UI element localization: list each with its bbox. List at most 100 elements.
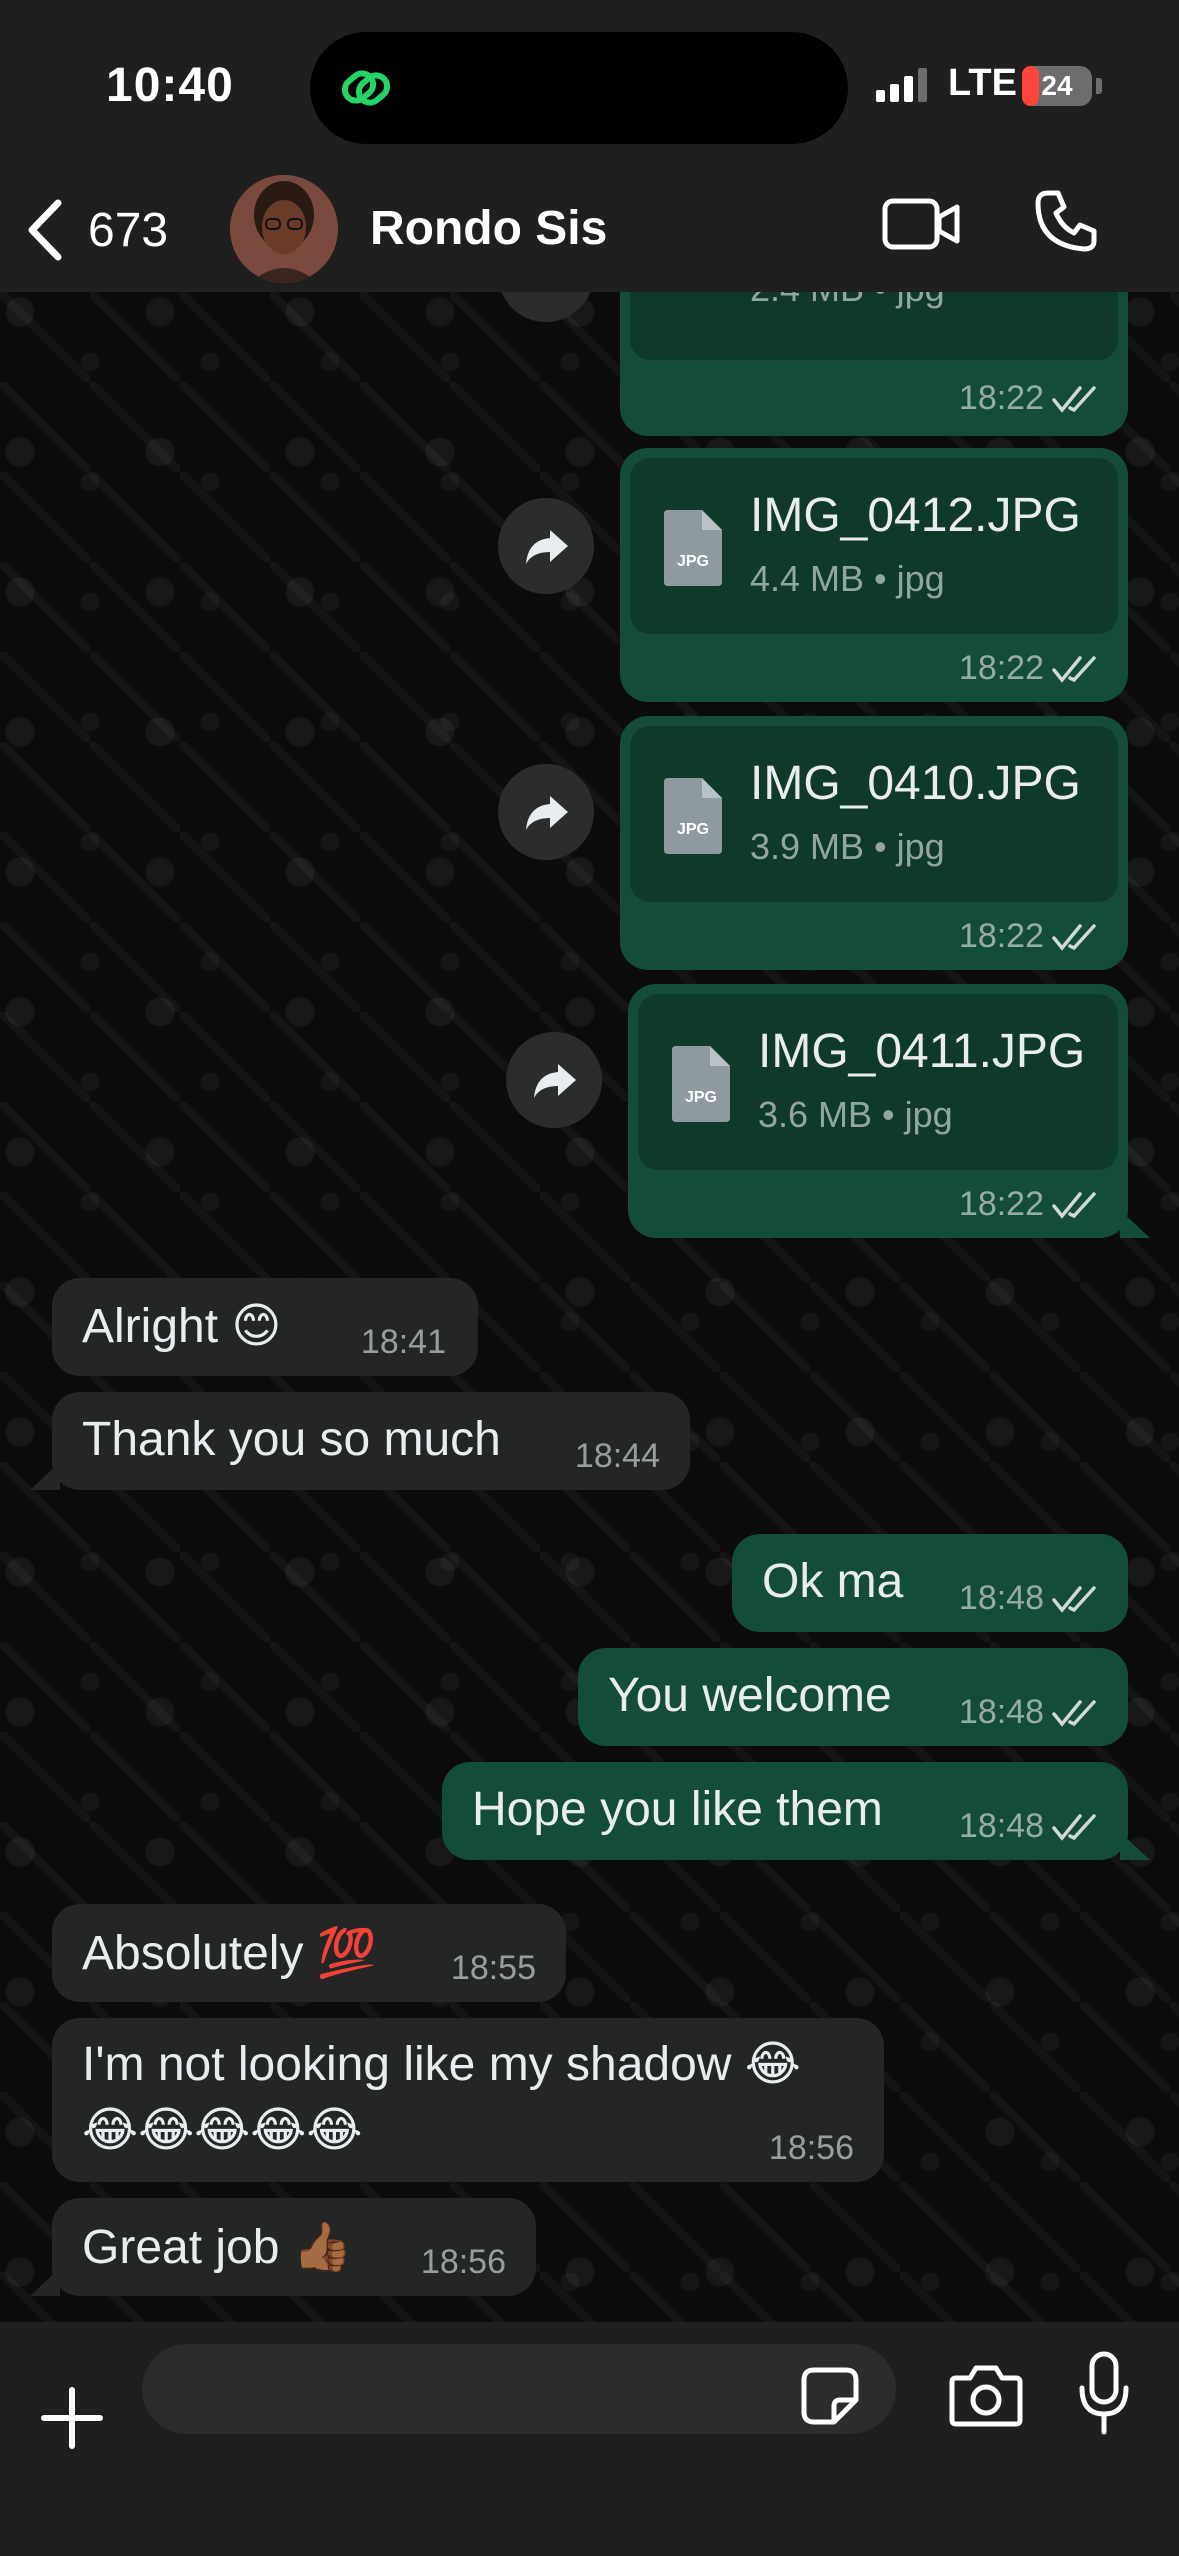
message-text: I'm not looking like my shadow 😂 (82, 2038, 801, 2091)
message-input[interactable] (142, 2344, 896, 2434)
battery-percent: 24 (1041, 70, 1073, 101)
message-time: 18:48 (958, 1693, 1044, 1731)
message-meta: 18:22 (959, 379, 1100, 418)
read-receipt-icon (1052, 1813, 1096, 1841)
file-preview: JPG IMG_0411.JPG 3.6 MB • jpg (638, 994, 1118, 1170)
bubble-tail (1120, 1832, 1150, 1860)
unread-count: 673 (88, 203, 169, 257)
file-message[interactable]: JPG IMG_0411.JPG 3.6 MB • jpg 18:22 (628, 984, 1150, 1238)
message-list[interactable]: 2.4 MB • jpg 18:22 JPG IMG_0412.JPG 4.4 … (0, 292, 1179, 2322)
outgoing-message[interactable]: Hope you like them 18:48 (442, 1762, 1150, 1860)
file-preview: 2.4 MB • jpg (630, 292, 1118, 360)
forward-button[interactable] (506, 1032, 602, 1128)
file-name: IMG_0411.JPG (758, 1025, 1086, 1078)
camera-icon[interactable] (948, 2362, 1024, 2428)
jpg-file-icon: JPG (672, 1046, 730, 1122)
composer-bar (0, 2322, 1179, 2556)
read-receipt-icon (1052, 655, 1096, 683)
message-time: 18:56 (420, 2243, 506, 2281)
chevron-left-icon (28, 199, 62, 261)
network-type: LTE (948, 62, 1017, 104)
bubble-tail (30, 1462, 60, 1490)
message-text: Great job 👍🏾 (82, 2221, 353, 2274)
microphone-icon[interactable] (1076, 2350, 1132, 2436)
battery-level (1022, 66, 1039, 106)
chat-header: 673 Rondo Sis (0, 175, 1179, 292)
plus-icon[interactable] (36, 2382, 108, 2454)
dynamic-island (310, 32, 848, 144)
video-call-icon[interactable] (882, 197, 960, 253)
forward-button[interactable] (498, 292, 594, 322)
incoming-message[interactable]: Thank you so much 18:44 (30, 1392, 690, 1490)
sticker-icon[interactable] (800, 2366, 860, 2426)
message-time: 18:56 (768, 2129, 854, 2167)
battery-tip (1096, 78, 1102, 94)
message-meta: 18:48 (959, 1579, 1100, 1618)
contact-name[interactable]: Rondo Sis (370, 201, 607, 256)
message-time: 18:41 (360, 1323, 446, 1361)
message-time: 18:22 (958, 379, 1044, 417)
message-text: You welcome (608, 1669, 892, 1722)
file-name: IMG_0412.JPG (750, 489, 1081, 542)
forward-button[interactable] (498, 764, 594, 860)
message-time: 18:55 (450, 1949, 536, 1987)
message-time: 18:48 (958, 1579, 1044, 1617)
forward-button[interactable] (498, 498, 594, 594)
avatar-image (230, 175, 338, 283)
file-type-label: JPG (677, 821, 709, 838)
file-message[interactable]: 2.4 MB • jpg 18:22 (620, 292, 1128, 436)
outgoing-message[interactable]: Ok ma 18:48 (732, 1534, 1128, 1632)
forward-icon (526, 530, 568, 564)
message-meta: 18:48 (959, 1693, 1100, 1732)
link-icon (341, 70, 391, 106)
file-message[interactable]: JPG IMG_0412.JPG 4.4 MB • jpg 18:22 (620, 448, 1128, 702)
forward-icon (522, 292, 570, 294)
file-message[interactable]: JPG IMG_0410.JPG 3.9 MB • jpg 18:22 (620, 716, 1128, 970)
incoming-message[interactable]: Alright 😊 18:41 (52, 1278, 478, 1376)
message-text-line2: 😂😂😂😂😂 (82, 2104, 363, 2157)
message-text: Hope you like them (472, 1783, 883, 1836)
file-preview: JPG IMG_0412.JPG 4.4 MB • jpg (630, 458, 1118, 634)
message-meta: 18:48 (959, 1807, 1100, 1846)
file-type-label: JPG (677, 553, 709, 570)
phone-call-icon[interactable] (1034, 189, 1098, 253)
message-text: Absolutely 💯 (82, 1927, 377, 1980)
forward-icon (534, 1064, 576, 1098)
message-text: Ok ma (762, 1555, 904, 1608)
avatar[interactable] (230, 175, 338, 283)
read-receipt-icon (1052, 1191, 1096, 1219)
status-time: 10:40 (106, 59, 234, 112)
incoming-message[interactable]: Great job 👍🏾 18:56 (30, 2198, 536, 2296)
jpg-file-icon: JPG (664, 510, 722, 586)
message-time: 18:22 (958, 1185, 1044, 1223)
bubble-tail (30, 2268, 60, 2296)
message-meta: 18:22 (959, 1185, 1100, 1224)
file-preview: JPG IMG_0410.JPG 3.9 MB • jpg (630, 726, 1118, 902)
jpg-file-icon: JPG (664, 778, 722, 854)
message-text: Alright 😊 (82, 1300, 282, 1353)
battery-icon: 24 (1022, 66, 1092, 106)
message-text: Thank you so much (82, 1413, 501, 1466)
file-name: IMG_0410.JPG (750, 757, 1081, 810)
signal-icon (876, 68, 927, 102)
incoming-message[interactable]: Absolutely 💯 18:55 (52, 1904, 566, 2002)
back-button[interactable]: 673 (20, 195, 168, 265)
file-type-label: JPG (685, 1089, 717, 1106)
message-meta: 18:22 (959, 649, 1100, 688)
forward-icon (526, 796, 568, 830)
incoming-message[interactable]: I'm not looking like my shadow 😂 😂😂😂😂😂 1… (52, 2018, 884, 2182)
file-size: 2.4 MB • jpg (750, 292, 945, 310)
message-time: 18:44 (574, 1437, 660, 1475)
outgoing-message[interactable]: You welcome 18:48 (578, 1648, 1128, 1746)
message-meta: 18:22 (959, 917, 1100, 956)
message-time: 18:48 (958, 1807, 1044, 1845)
file-size: 3.9 MB • jpg (750, 826, 945, 867)
read-receipt-icon (1052, 1585, 1096, 1613)
read-receipt-icon (1052, 923, 1096, 951)
read-receipt-icon (1052, 1699, 1096, 1727)
message-time: 18:22 (958, 917, 1044, 955)
file-size: 4.4 MB • jpg (750, 558, 945, 599)
status-bar: 10:40 LTE 24 (0, 0, 1179, 175)
read-receipt-icon (1052, 385, 1096, 413)
file-size: 3.6 MB • jpg (758, 1094, 953, 1135)
